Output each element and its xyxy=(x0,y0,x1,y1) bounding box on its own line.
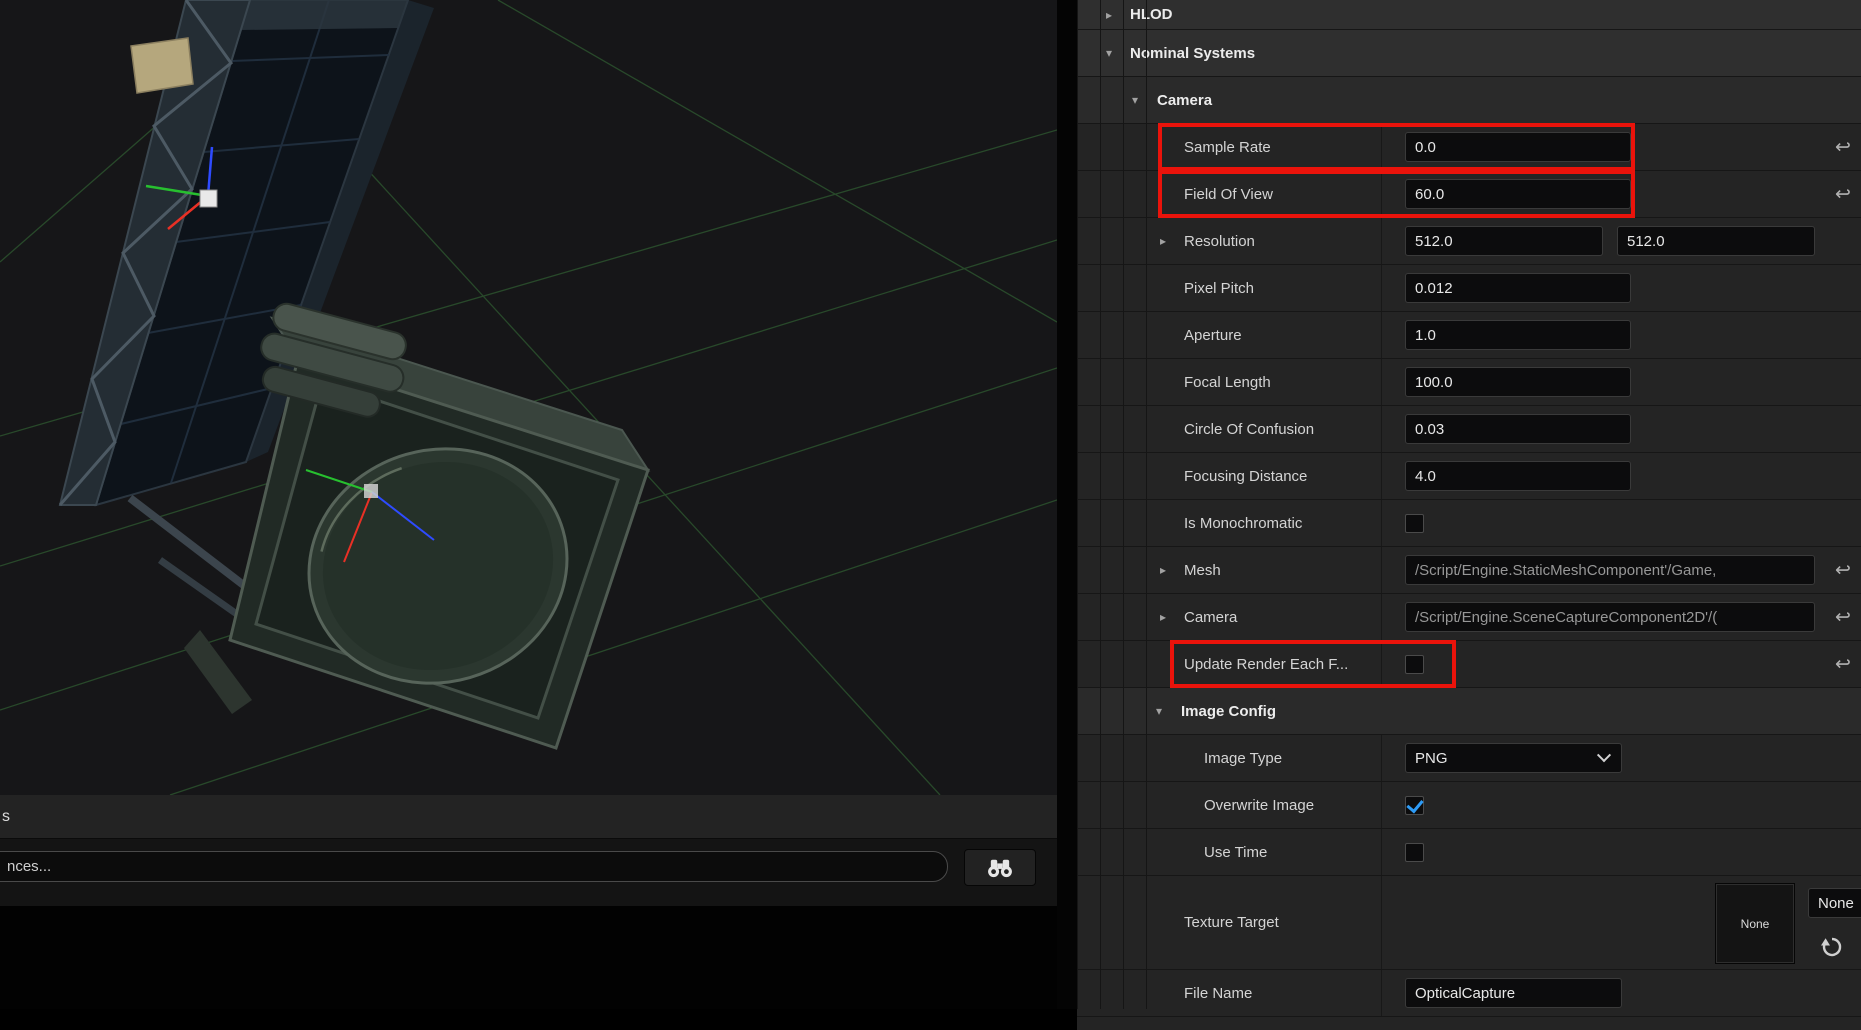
property-row-sample-rate: Sample Rate 0.0 ↩ xyxy=(1077,124,1861,171)
overwrite-image-checkbox[interactable] xyxy=(1405,796,1424,815)
reset-icon: ↩ xyxy=(1835,136,1851,159)
is-monochromatic-checkbox[interactable] xyxy=(1405,514,1424,533)
empty-panel-area xyxy=(0,906,1057,1009)
sample-rate-input[interactable]: 0.0 xyxy=(1405,132,1631,162)
property-label: Focusing Distance xyxy=(1184,468,1307,485)
panel-title-fragment: s xyxy=(2,808,10,826)
category-row-camera[interactable]: ▾ Camera xyxy=(1077,77,1861,124)
field-of-view-input[interactable]: 60.0 xyxy=(1405,179,1631,209)
property-row-field-of-view: Field Of View 60.0 ↩ xyxy=(1077,171,1861,218)
expander-icon[interactable]: ▸ xyxy=(1106,9,1112,21)
property-row-mesh: ▸ Mesh /Script/Engine.StaticMeshComponen… xyxy=(1077,547,1861,594)
reset-to-default-button[interactable]: ↩ xyxy=(1827,124,1859,170)
image-type-dropdown[interactable]: PNG xyxy=(1405,743,1622,773)
property-label: File Name xyxy=(1184,985,1252,1002)
chevron-down-icon xyxy=(1597,748,1611,762)
reset-icon: ↩ xyxy=(1835,606,1851,629)
property-label: Use Time xyxy=(1204,844,1267,861)
expander-icon[interactable]: ▸ xyxy=(1160,564,1166,576)
category-label: Nominal Systems xyxy=(1130,45,1255,62)
property-row-use-time: Use Time xyxy=(1077,829,1861,876)
use-time-checkbox[interactable] xyxy=(1405,843,1424,862)
camera-reference-field[interactable]: /Script/Engine.SceneCaptureComponent2D'/… xyxy=(1405,602,1815,632)
binoculars-icon xyxy=(985,857,1015,879)
property-row-update-render-each-frame: Update Render Each F... ↩ xyxy=(1077,641,1861,688)
property-label: Texture Target xyxy=(1184,914,1279,931)
category-label: Camera xyxy=(1157,92,1212,109)
details-panel: ▸ HLOD ▾ Nominal Systems ▾ Camera Sample… xyxy=(1077,0,1861,1009)
resolution-x-input[interactable]: 512.0 xyxy=(1405,226,1603,256)
use-selected-asset-icon xyxy=(1820,935,1844,959)
category-row-image-config[interactable]: ▾ Image Config xyxy=(1077,688,1861,735)
find-button[interactable] xyxy=(964,849,1036,886)
property-label: Sample Rate xyxy=(1184,139,1271,156)
viewport-3d[interactable] xyxy=(0,0,1057,795)
property-label: Pixel Pitch xyxy=(1184,280,1254,297)
property-row-is-monochromatic: Is Monochromatic xyxy=(1077,500,1861,547)
focusing-distance-input[interactable]: 4.0 xyxy=(1405,461,1631,491)
expander-icon[interactable]: ▸ xyxy=(1160,611,1166,623)
property-row-file-name: File Name OpticalCapture xyxy=(1077,970,1861,1017)
property-row-texture-target: Texture Target None None xyxy=(1077,876,1861,970)
category-label: HLOD xyxy=(1130,6,1173,23)
reset-to-default-button[interactable]: ↩ xyxy=(1827,594,1859,640)
search-band xyxy=(0,839,1057,906)
property-label: Circle Of Confusion xyxy=(1184,421,1314,438)
circle-of-confusion-input[interactable]: 0.03 xyxy=(1405,414,1631,444)
use-selected-asset-button[interactable] xyxy=(1819,934,1845,960)
viewport-area: s xyxy=(0,0,1057,1009)
asset-thumbnail[interactable]: None xyxy=(1715,883,1795,964)
property-row-focal-length: Focal Length 100.0 xyxy=(1077,359,1861,406)
collapse-icon[interactable]: ▾ xyxy=(1106,47,1112,59)
collapse-icon[interactable]: ▾ xyxy=(1132,94,1138,106)
property-label: Field Of View xyxy=(1184,186,1273,203)
reset-icon: ↩ xyxy=(1835,559,1851,582)
update-render-each-frame-checkbox[interactable] xyxy=(1405,655,1424,674)
property-label: Focal Length xyxy=(1184,374,1271,391)
file-name-input[interactable]: OpticalCapture xyxy=(1405,978,1622,1008)
property-label: Image Type xyxy=(1204,750,1282,767)
reset-to-default-button[interactable]: ↩ xyxy=(1827,547,1859,593)
property-row-aperture: Aperture 1.0 xyxy=(1077,312,1861,359)
property-row-partial xyxy=(1077,1017,1861,1030)
reset-to-default-button[interactable]: ↩ xyxy=(1827,641,1859,687)
mesh-reference-field[interactable]: /Script/Engine.StaticMeshComponent'/Game… xyxy=(1405,555,1815,585)
property-row-pixel-pitch: Pixel Pitch 0.012 xyxy=(1077,265,1861,312)
category-label: Image Config xyxy=(1181,703,1276,720)
indent-guide xyxy=(1100,0,1101,1009)
focal-length-input[interactable]: 100.0 xyxy=(1405,367,1631,397)
pixel-pitch-input[interactable]: 0.012 xyxy=(1405,273,1631,303)
property-label: Overwrite Image xyxy=(1204,797,1314,814)
expander-icon[interactable]: ▸ xyxy=(1160,235,1166,247)
property-label: Aperture xyxy=(1184,327,1242,344)
property-row-overwrite-image: Overwrite Image xyxy=(1077,782,1861,829)
viewport-3d-scene xyxy=(0,0,1057,795)
property-row-camera-component: ▸ Camera /Script/Engine.SceneCaptureComp… xyxy=(1077,594,1861,641)
category-row-nominal-systems[interactable]: ▾ Nominal Systems xyxy=(1077,30,1861,77)
reset-icon: ↩ xyxy=(1835,653,1851,676)
property-label: Mesh xyxy=(1184,562,1221,579)
indent-guide xyxy=(1123,0,1124,1009)
indent-guide xyxy=(1146,0,1147,1009)
indent-guide xyxy=(1077,0,1078,1009)
reset-to-default-button[interactable]: ↩ xyxy=(1827,171,1859,217)
property-row-focusing-distance: Focusing Distance 4.0 xyxy=(1077,453,1861,500)
category-row-hlod[interactable]: ▸ HLOD xyxy=(1077,0,1861,30)
search-input[interactable] xyxy=(0,851,948,882)
property-row-image-type: Image Type PNG xyxy=(1077,735,1861,782)
texture-target-dropdown[interactable]: None xyxy=(1808,888,1861,918)
property-label: Update Render Each F... xyxy=(1184,656,1348,673)
bottom-panel-title: s xyxy=(0,795,1057,839)
property-label: Resolution xyxy=(1184,233,1255,250)
resolution-y-input[interactable]: 512.0 xyxy=(1617,226,1815,256)
property-label: Camera xyxy=(1184,609,1237,626)
panel-divider[interactable] xyxy=(1057,0,1077,1009)
aperture-input[interactable]: 1.0 xyxy=(1405,320,1631,350)
property-label: Is Monochromatic xyxy=(1184,515,1302,532)
collapse-icon[interactable]: ▾ xyxy=(1156,705,1162,717)
reset-icon: ↩ xyxy=(1835,183,1851,206)
property-row-circle-of-confusion: Circle Of Confusion 0.03 xyxy=(1077,406,1861,453)
property-row-resolution: ▸ Resolution 512.0 512.0 xyxy=(1077,218,1861,265)
